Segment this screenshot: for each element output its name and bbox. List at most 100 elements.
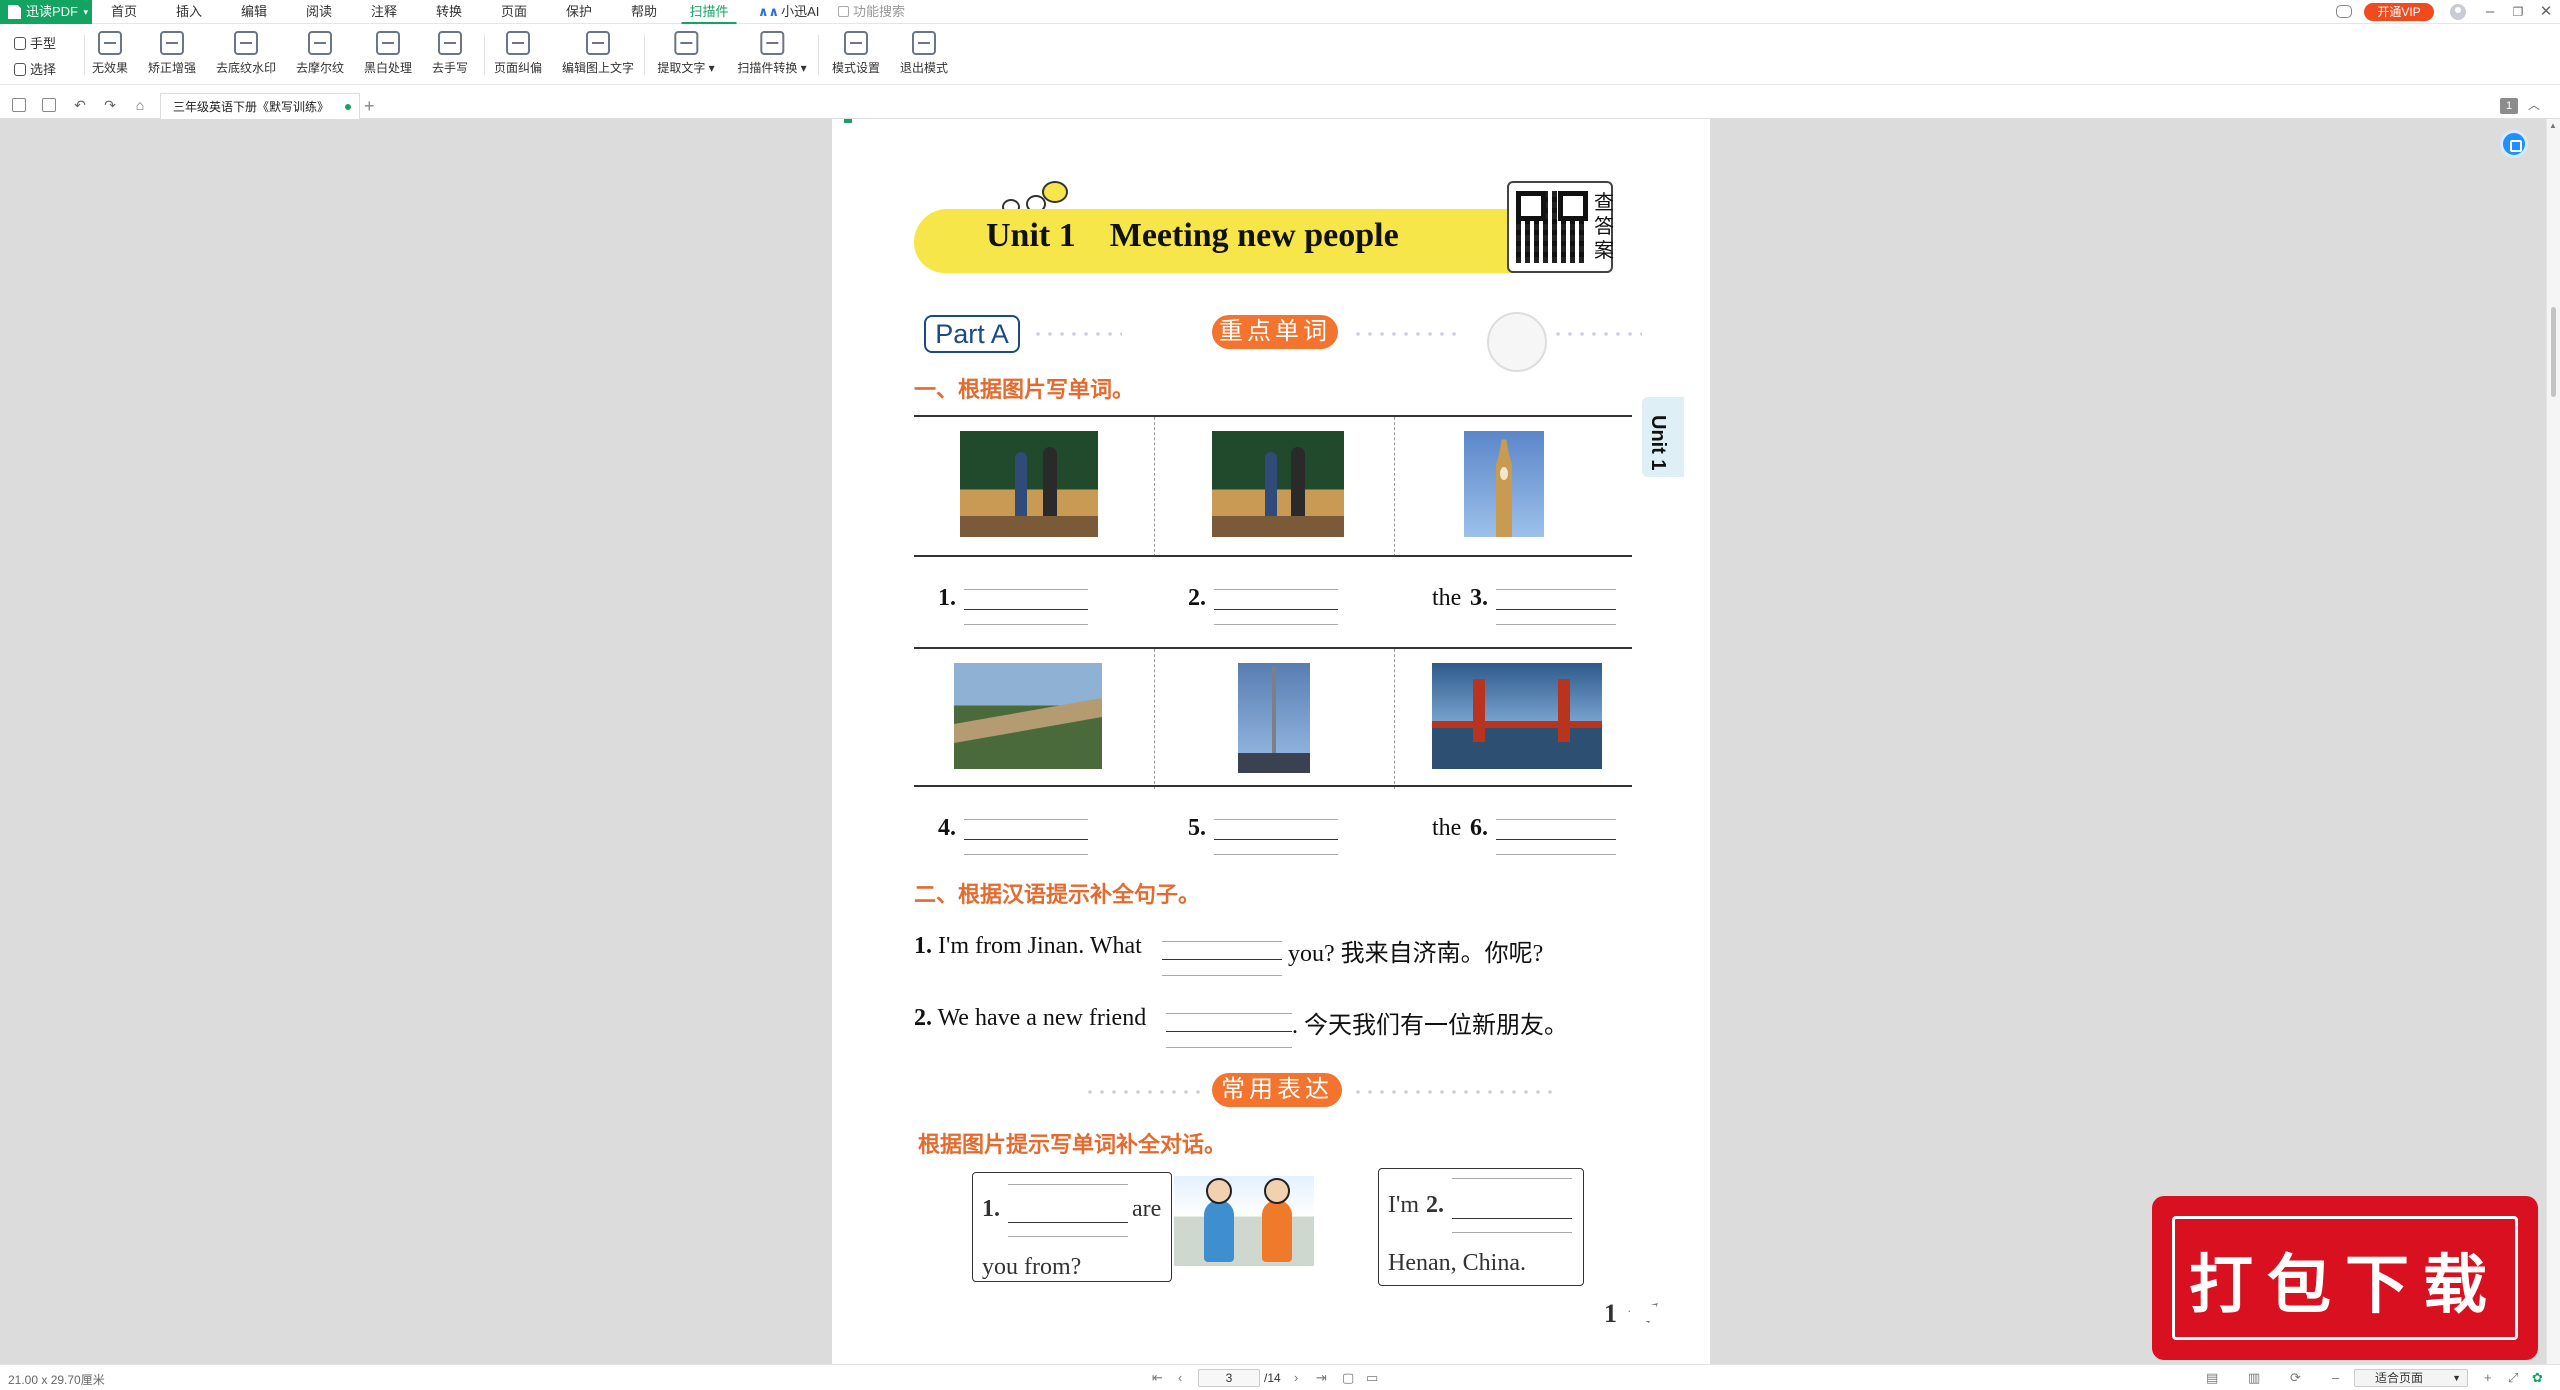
chevron-down-icon: ▾ xyxy=(705,61,715,75)
table-line xyxy=(914,647,1632,649)
bookmark-view-icon[interactable]: ▭ xyxy=(1366,1370,1378,1386)
ribbon-divider xyxy=(644,35,645,75)
remove-handwriting-button[interactable]: 去手写 xyxy=(432,31,468,81)
extract-text-icon xyxy=(674,31,698,55)
fullscreen-icon[interactable]: ⤢ xyxy=(2508,1370,2518,1386)
menu-help[interactable]: 帮助 xyxy=(631,0,657,24)
guide-line xyxy=(964,854,1088,855)
exit-mode-button[interactable]: 退出模式 xyxy=(900,31,948,81)
prev-page-icon[interactable]: ‹ xyxy=(1178,1370,1182,1385)
user-avatar[interactable] xyxy=(2450,4,2466,20)
close-icon[interactable]: ✕ xyxy=(2534,0,2558,24)
download-stamp[interactable]: 打包下载 xyxy=(2158,1202,2532,1354)
ai-assistant-button[interactable]: ∧∧ 小迅AI xyxy=(758,0,819,24)
big-ben-picture xyxy=(1464,431,1544,537)
menu-page[interactable]: 页面 xyxy=(501,0,527,24)
print-icon[interactable] xyxy=(12,98,26,112)
redo-icon[interactable]: ↷ xyxy=(102,97,118,113)
zoom-in-icon[interactable]: + xyxy=(2484,1370,2492,1385)
floating-tool-icon[interactable] xyxy=(2500,130,2528,158)
minimize-icon[interactable]: – xyxy=(2478,0,2502,24)
remove-moire-button[interactable]: 去摩尔纹 xyxy=(296,31,344,81)
function-search[interactable]: 功能搜索 xyxy=(838,0,905,24)
row1-item3-prefix: the xyxy=(1432,585,1462,611)
maximize-icon[interactable]: ❐ xyxy=(2506,0,2530,24)
answer-blank[interactable] xyxy=(1496,839,1616,840)
guide-line xyxy=(1008,1236,1128,1237)
menu-edit[interactable]: 编辑 xyxy=(241,0,267,24)
black-white-button[interactable]: 黑白处理 xyxy=(364,31,412,81)
menu-home[interactable]: 首页 xyxy=(111,0,137,24)
eye-care-icon[interactable]: ✿ xyxy=(2532,1370,2543,1386)
deskew-button[interactable]: 页面纠偏 xyxy=(494,31,542,81)
home-icon[interactable]: ⌂ xyxy=(132,97,148,113)
search-icon xyxy=(838,6,849,17)
undo-icon[interactable]: ↶ xyxy=(72,97,88,113)
cn-tower-picture xyxy=(1238,663,1310,773)
scroll-up-icon[interactable]: ▲ xyxy=(2549,121,2557,130)
mode-settings-button[interactable]: 模式设置 xyxy=(832,31,880,81)
no-effect-button[interactable]: 无效果 xyxy=(92,31,128,81)
menu-insert[interactable]: 插入 xyxy=(176,0,202,24)
page-view-icon[interactable]: ▢ xyxy=(1342,1370,1354,1386)
zoom-select[interactable]: 适合页面 ▼ xyxy=(2354,1369,2468,1387)
double-page-icon[interactable]: ▥ xyxy=(2248,1370,2260,1386)
add-tab-icon[interactable]: + xyxy=(364,93,375,119)
answer-blank[interactable] xyxy=(964,839,1088,840)
table-divider xyxy=(1394,649,1395,789)
cartoon-head-decoration xyxy=(1487,312,1547,372)
menu-annotate[interactable]: 注释 xyxy=(371,0,397,24)
answer-blank[interactable] xyxy=(1214,609,1338,610)
guide-line xyxy=(1496,854,1616,855)
first-page-icon[interactable]: ⇤ xyxy=(1152,1370,1163,1386)
qr-code-icon[interactable] xyxy=(1516,191,1588,263)
last-page-icon[interactable]: ⇥ xyxy=(1316,1370,1327,1386)
chevron-up-icon[interactable]: ︿ xyxy=(2528,96,2540,113)
extract-text-button[interactable]: 提取文字 ▾ xyxy=(657,31,715,81)
rotate-view-icon[interactable]: ⟳ xyxy=(2290,1370,2301,1386)
black-white-icon xyxy=(375,31,400,55)
single-page-icon[interactable]: ▤ xyxy=(2206,1370,2218,1386)
download-stamp-label: 打包下载 xyxy=(2189,1248,2501,1323)
guide-line xyxy=(1166,1047,1292,1048)
answer-blank[interactable] xyxy=(1214,839,1338,840)
dotted-divider xyxy=(1032,331,1122,337)
zoom-out-icon[interactable]: – xyxy=(2332,1370,2339,1385)
vip-button[interactable]: 开通VIP xyxy=(2364,3,2434,21)
answer-blank[interactable] xyxy=(1166,1031,1292,1032)
message-icon[interactable] xyxy=(2336,5,2352,18)
remove-watermark-button[interactable]: 去底纹水印 xyxy=(216,31,276,81)
menu-protect[interactable]: 保护 xyxy=(566,0,592,24)
app-menu-button[interactable]: 迅读PDF ▾ xyxy=(0,0,92,24)
edit-image-text-button[interactable]: 编辑图上文字 xyxy=(562,31,634,81)
guide-line xyxy=(1162,941,1282,942)
answer-blank[interactable] xyxy=(1452,1218,1572,1219)
document-tab[interactable]: 三年级英语下册《默写训练》 xyxy=(160,93,360,119)
sentence-1-before: I'm from Jinan. What xyxy=(938,933,1142,959)
scrollbar-thumb[interactable] xyxy=(2551,307,2556,397)
scan-convert-button[interactable]: 扫描件转换 ▾ xyxy=(737,31,807,81)
vertical-scrollbar[interactable]: ▲ xyxy=(2546,119,2560,1364)
menu-read[interactable]: 阅读 xyxy=(306,0,332,24)
guide-line xyxy=(964,624,1088,625)
next-page-icon[interactable]: › xyxy=(1294,1370,1298,1385)
hand-mode-label: 手型 xyxy=(30,36,57,51)
enhance-button[interactable]: 矫正增强 xyxy=(148,31,196,81)
answer-blank[interactable] xyxy=(964,609,1088,610)
row1-item2-number: 2. xyxy=(1188,585,1206,611)
menu-scan[interactable]: 扫描件 xyxy=(681,0,737,24)
sentence-1: 1. I'm from Jinan. What xyxy=(914,933,1142,960)
page-number-input[interactable]: 3 xyxy=(1198,1369,1260,1387)
save-icon[interactable] xyxy=(42,98,56,112)
select-mode-button[interactable]: 选择 xyxy=(12,59,56,81)
guide-line xyxy=(1452,1232,1572,1233)
row2-item2-number: 5. xyxy=(1188,815,1206,841)
app-name: 迅读PDF xyxy=(26,4,79,19)
answer-blank[interactable] xyxy=(1162,959,1282,960)
answer-blank[interactable] xyxy=(1496,609,1616,610)
page-badge: 1 xyxy=(2500,98,2518,114)
section1-title: 一、根据图片写单词。 xyxy=(914,377,1135,402)
menu-convert[interactable]: 转换 xyxy=(436,0,462,24)
answer-blank[interactable] xyxy=(1008,1222,1128,1223)
hand-mode-button[interactable]: 手型 xyxy=(12,33,56,55)
